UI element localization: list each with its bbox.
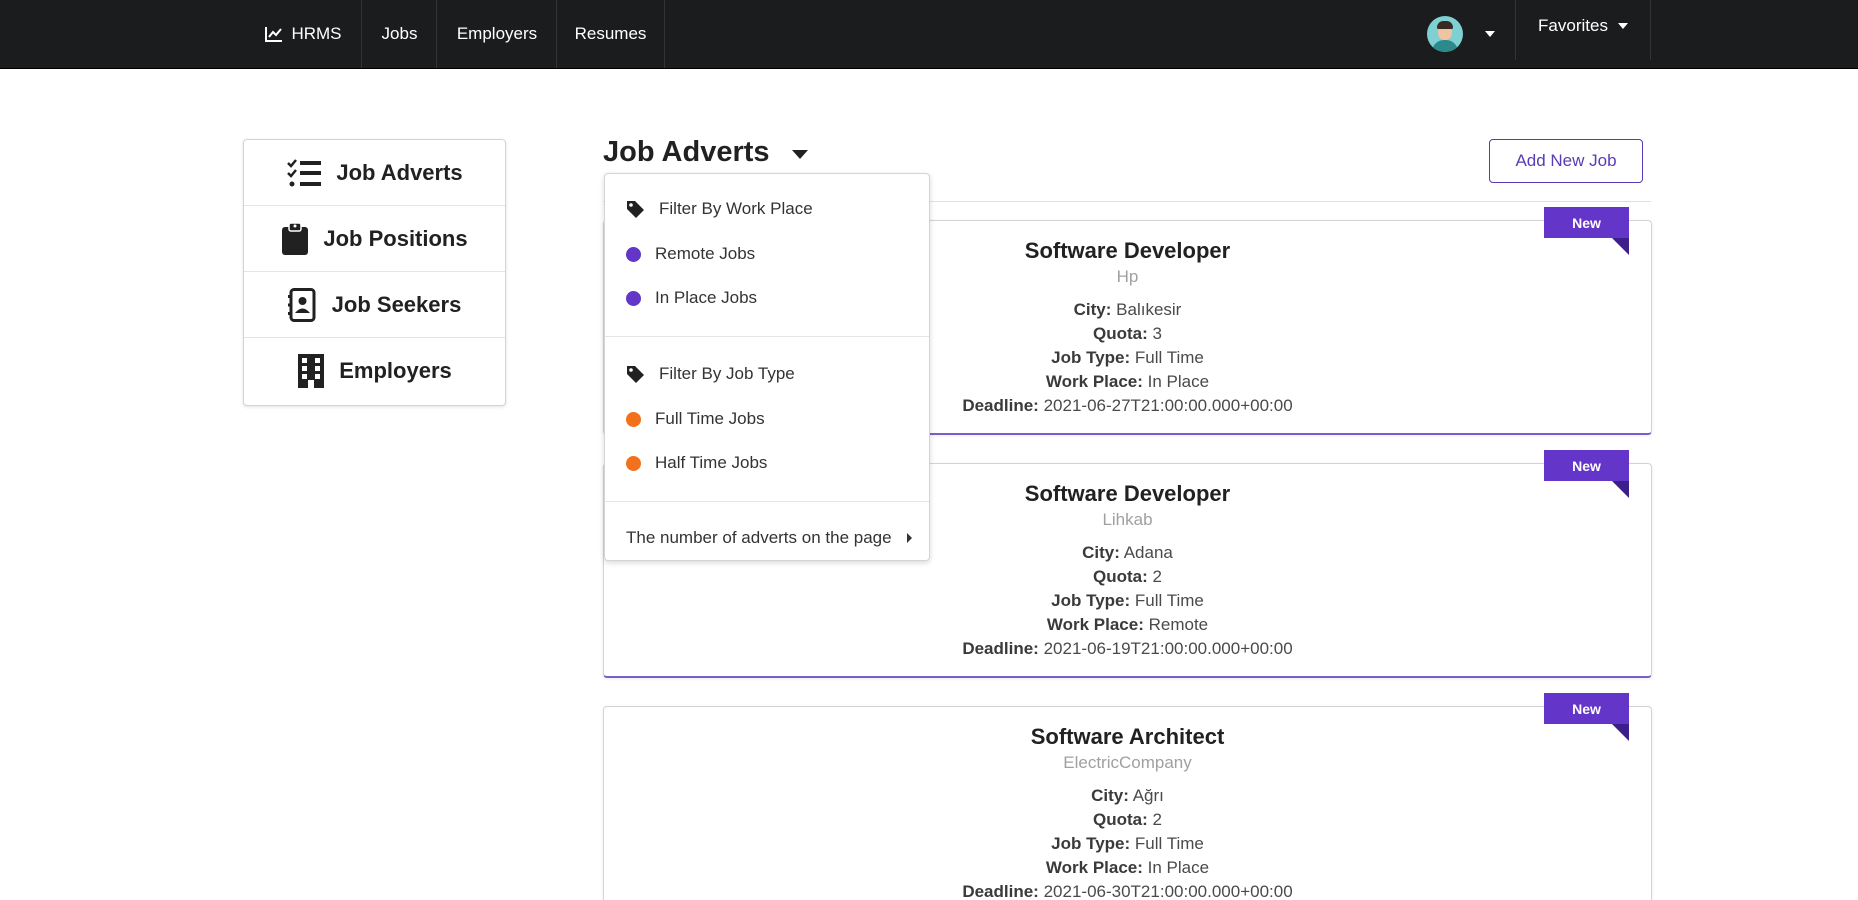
menu-item-remote-jobs[interactable]: Remote Jobs xyxy=(626,242,755,266)
sidebar-item-label: Job Seekers xyxy=(331,291,462,317)
sidebar-item-job-seekers[interactable]: Job Seekers xyxy=(244,272,505,338)
caret-down-icon xyxy=(1617,23,1628,29)
city-label: City: xyxy=(1073,300,1112,319)
menu-item-in-place-jobs[interactable]: In Place Jobs xyxy=(626,286,757,310)
purple-dot-icon xyxy=(626,246,641,262)
menu-item-half-time-jobs[interactable]: Half Time Jobs xyxy=(626,451,767,475)
menu-divider xyxy=(605,501,929,502)
nav-item-employers[interactable]: Employers xyxy=(436,0,557,68)
add-new-job-button[interactable]: Add New Job xyxy=(1489,139,1643,183)
deadline-label: Deadline: xyxy=(962,396,1039,415)
quota-value: 3 xyxy=(1152,324,1162,343)
new-ribbon: New xyxy=(1544,207,1629,255)
job-type-value: Full Time xyxy=(1134,591,1204,610)
page-title: Job Adverts xyxy=(603,136,770,168)
deadline-label: Deadline: xyxy=(962,639,1039,658)
work-place-label: Work Place: xyxy=(1045,372,1143,391)
work-place-value: In Place xyxy=(1147,372,1210,391)
city-value: Adana xyxy=(1123,543,1173,562)
nav-brand-label: HRMS xyxy=(291,24,342,43)
new-ribbon: New xyxy=(1544,450,1629,498)
clipboard-icon xyxy=(282,221,309,255)
deadline-value: 2021-06-19T21:00:00.000+00:00 xyxy=(1043,639,1293,658)
sidebar-menu: Job Adverts Job Positions Job Seekers Em… xyxy=(243,139,506,406)
caret-down-icon xyxy=(1485,31,1495,37)
caret-down-icon xyxy=(791,150,808,159)
favorites-dropdown[interactable]: Favorites xyxy=(1515,0,1651,60)
deadline-value: 2021-06-30T21:00:00.000+00:00 xyxy=(1043,882,1293,900)
quota-label: Quota: xyxy=(1093,810,1148,829)
menu-item-label: In Place Jobs xyxy=(655,288,758,307)
job-type-label: Job Type: xyxy=(1051,591,1131,610)
deadline-label: Deadline: xyxy=(962,882,1039,900)
building-icon xyxy=(298,354,325,388)
job-type-value: Full Time xyxy=(1134,348,1204,367)
filter-dropdown-menu: Filter By Work Place Remote Jobs In Plac… xyxy=(604,173,930,561)
work-place-value: Remote xyxy=(1148,615,1209,634)
tag-icon xyxy=(627,200,644,218)
nav-item-label: Employers xyxy=(456,24,538,43)
tag-icon xyxy=(627,365,644,383)
sidebar-item-label: Job Adverts xyxy=(336,159,463,185)
menu-item-label: The number of adverts on the page xyxy=(626,528,892,547)
city-label: City: xyxy=(1082,543,1120,562)
quota-value: 2 xyxy=(1152,810,1162,829)
city-value: Balıkesir xyxy=(1116,300,1182,319)
job-type-value: Full Time xyxy=(1134,834,1204,853)
job-details: City: Ağrı Quota: 2 Job Type: Full Time … xyxy=(604,784,1651,900)
quota-value: 2 xyxy=(1152,567,1162,586)
nav-item-label: Resumes xyxy=(574,24,647,43)
menu-divider xyxy=(605,336,929,337)
work-place-value: In Place xyxy=(1147,858,1210,877)
sidebar-item-label: Job Positions xyxy=(323,225,468,251)
menu-item-adverts-per-page[interactable]: The number of adverts on the page xyxy=(626,526,916,550)
orange-dot-icon xyxy=(626,411,641,427)
sidebar-item-label: Employers xyxy=(339,358,452,383)
caret-right-icon xyxy=(907,533,912,543)
sidebar-item-job-positions[interactable]: Job Positions xyxy=(244,206,505,272)
job-title: Software Architect xyxy=(1030,724,1225,749)
top-navbar: HRMS Jobs Employers Resumes Favorites xyxy=(0,0,1858,69)
job-type-label: Job Type: xyxy=(1051,834,1131,853)
filter-by-job-type-header: Filter By Job Type xyxy=(626,362,795,386)
job-adverts-filter-dropdown[interactable]: Job Adverts xyxy=(603,136,808,169)
tasks-icon xyxy=(287,158,322,186)
nav-item-label: Jobs xyxy=(381,24,418,43)
line-chart-icon xyxy=(265,27,283,42)
avatar xyxy=(1427,16,1463,52)
sidebar-item-employers[interactable]: Employers xyxy=(244,338,505,404)
city-label: City: xyxy=(1091,786,1129,805)
quota-label: Quota: xyxy=(1093,567,1148,586)
nav-item-resumes[interactable]: Resumes xyxy=(556,0,665,68)
company-name: ElectricCompany xyxy=(1063,753,1192,772)
orange-dot-icon xyxy=(626,455,641,471)
menu-item-label: Full Time Jobs xyxy=(655,409,765,428)
address-book-icon xyxy=(287,287,316,322)
nav-item-jobs[interactable]: Jobs xyxy=(361,0,437,68)
menu-item-label: Half Time Jobs xyxy=(655,453,768,472)
city-value: Ağrı xyxy=(1132,786,1164,805)
favorites-label: Favorites xyxy=(1538,16,1608,35)
menu-item-full-time-jobs[interactable]: Full Time Jobs xyxy=(626,407,765,431)
new-ribbon: New xyxy=(1544,693,1629,741)
work-place-label: Work Place: xyxy=(1046,615,1144,634)
purple-dot-icon xyxy=(626,290,641,306)
header-label: Filter By Job Type xyxy=(659,364,795,383)
nav-brand-hrms[interactable]: HRMS xyxy=(245,0,362,68)
work-place-label: Work Place: xyxy=(1045,858,1143,877)
user-menu-dropdown[interactable] xyxy=(1412,0,1515,68)
sidebar-item-job-adverts[interactable]: Job Adverts xyxy=(244,140,505,206)
quota-label: Quota: xyxy=(1093,324,1148,343)
job-card[interactable]: New Software Architect ElectricCompany C… xyxy=(603,693,1652,900)
job-type-label: Job Type: xyxy=(1051,348,1131,367)
header-label: Filter By Work Place xyxy=(659,199,813,218)
menu-item-label: Remote Jobs xyxy=(655,244,756,263)
deadline-value: 2021-06-27T21:00:00.000+00:00 xyxy=(1043,396,1293,415)
filter-by-work-place-header: Filter By Work Place xyxy=(626,197,813,221)
